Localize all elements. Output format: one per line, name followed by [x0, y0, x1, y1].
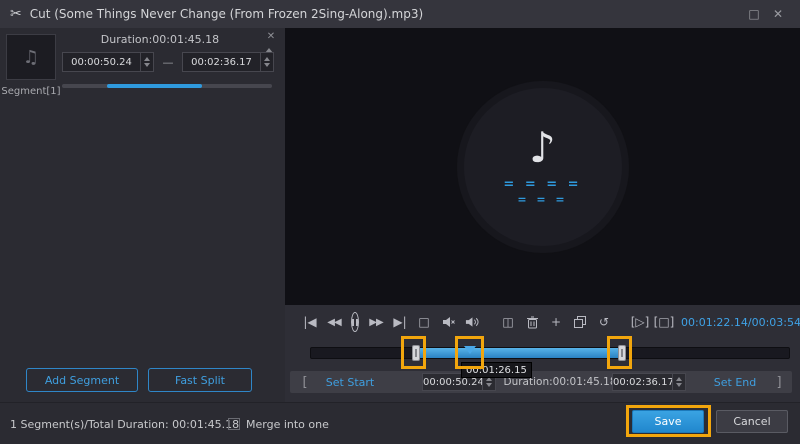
set-end-button[interactable]: Set End: [695, 371, 775, 393]
stop-segment-button[interactable]: [□]: [654, 315, 675, 329]
set-start-button[interactable]: Set Start: [310, 371, 390, 393]
segment-thumbnail[interactable]: ♫: [6, 34, 56, 80]
equalizer-row: = = =: [517, 192, 568, 206]
cancel-button[interactable]: Cancel: [716, 410, 788, 433]
segment-progress-fill: [107, 84, 203, 88]
segment-end-spinner[interactable]: [260, 53, 273, 71]
annotation-highlight-playhead: [455, 336, 484, 369]
previous-button[interactable]: |◀: [303, 315, 317, 329]
fast-split-button[interactable]: Fast Split: [148, 368, 252, 392]
time-display: 00:01:22.14/00:03:54.07: [681, 315, 800, 329]
rewind-button[interactable]: ◀◀: [327, 317, 341, 328]
next-button[interactable]: ▶|: [393, 315, 407, 329]
add-segment-button[interactable]: Add Segment: [26, 368, 138, 392]
preview-area: ♪ = = = = = = =: [285, 28, 800, 305]
trim-start-input[interactable]: [423, 376, 482, 388]
segment-close-button[interactable]: ✕: [264, 31, 278, 42]
add-button[interactable]: +: [549, 315, 563, 329]
scissors-icon: ✂: [10, 6, 22, 22]
trim-end-spinner[interactable]: [672, 374, 685, 390]
music-note-icon: ♪: [529, 122, 556, 172]
range-dash: —: [162, 55, 174, 69]
spinner-down-icon: [486, 383, 492, 387]
bracket-right: ]: [776, 374, 782, 390]
spinner-up-icon: [264, 57, 270, 61]
annotation-highlight-save: [626, 405, 711, 437]
segment-start-spinner[interactable]: [140, 53, 153, 71]
segment-start-input[interactable]: [63, 56, 140, 68]
spinner-down-icon: [676, 383, 682, 387]
close-button[interactable]: ✕: [766, 7, 790, 21]
copy-segment-button[interactable]: [573, 316, 587, 328]
spinner-up-icon: [144, 57, 150, 61]
audio-disc: ♪ = = = = = = =: [463, 87, 622, 246]
merge-checkbox[interactable]: [228, 418, 240, 430]
dialog-title: Cut (Some Things Never Change (From Froz…: [29, 7, 424, 21]
titlebar: ✂ Cut (Some Things Never Change (From Fr…: [0, 0, 800, 28]
segment-end-field: [182, 52, 274, 72]
playback-controls: |◀ ◀◀ ▶▶ ▶| □ ◫ + ↺ [▷] [□] 00:01:22.14/…: [285, 305, 800, 339]
segment-panel: ♫ Segment[1] Duration:00:01:45.18 ✕ —: [0, 28, 285, 402]
segment-progress-bar: [62, 84, 272, 88]
timeline-track[interactable]: [310, 345, 790, 361]
spinner-down-icon: [264, 63, 270, 67]
reset-button[interactable]: ↺: [597, 315, 611, 329]
trim-bar: [ Set Start Duration:00:01:45.18 Set End…: [290, 371, 792, 393]
cut-dialog: ✂ Cut (Some Things Never Change (From Fr…: [0, 0, 800, 444]
equalizer-row: = = = =: [503, 176, 582, 192]
annotation-highlight-start-handle: [401, 336, 426, 369]
segment-duration-label: Duration:00:01:45.18: [100, 33, 220, 46]
mute-icon[interactable]: [441, 316, 455, 328]
play-pause-button[interactable]: [351, 312, 359, 332]
total-duration-summary: 1 Segment(s)/Total Duration: 00:01:45.18: [10, 417, 240, 431]
segment-start-field: [62, 52, 154, 72]
merge-label: Merge into one: [246, 417, 329, 431]
play-segment-button[interactable]: [▷]: [631, 315, 650, 329]
segment-end-input[interactable]: [183, 56, 260, 68]
maximize-button[interactable]: □: [742, 7, 766, 21]
volume-icon[interactable]: [465, 316, 479, 328]
fast-forward-button[interactable]: ▶▶: [369, 317, 383, 328]
split-segment-button[interactable]: ◫: [501, 315, 515, 329]
trim-end-input[interactable]: [613, 376, 672, 388]
delete-segment-button[interactable]: [525, 316, 539, 329]
merge-into-one[interactable]: Merge into one: [228, 403, 329, 444]
stop-button[interactable]: □: [417, 315, 431, 329]
segment-label: Segment[1]: [1, 86, 61, 97]
trim-end-field: [612, 373, 686, 391]
music-note-icon: ♫: [22, 46, 40, 68]
annotation-highlight-end-handle: [607, 336, 632, 369]
timeline-selected-range: [415, 348, 622, 358]
spinner-down-icon: [144, 63, 150, 67]
segment-time-range: —: [62, 52, 274, 72]
spinner-up-icon: [676, 377, 682, 381]
